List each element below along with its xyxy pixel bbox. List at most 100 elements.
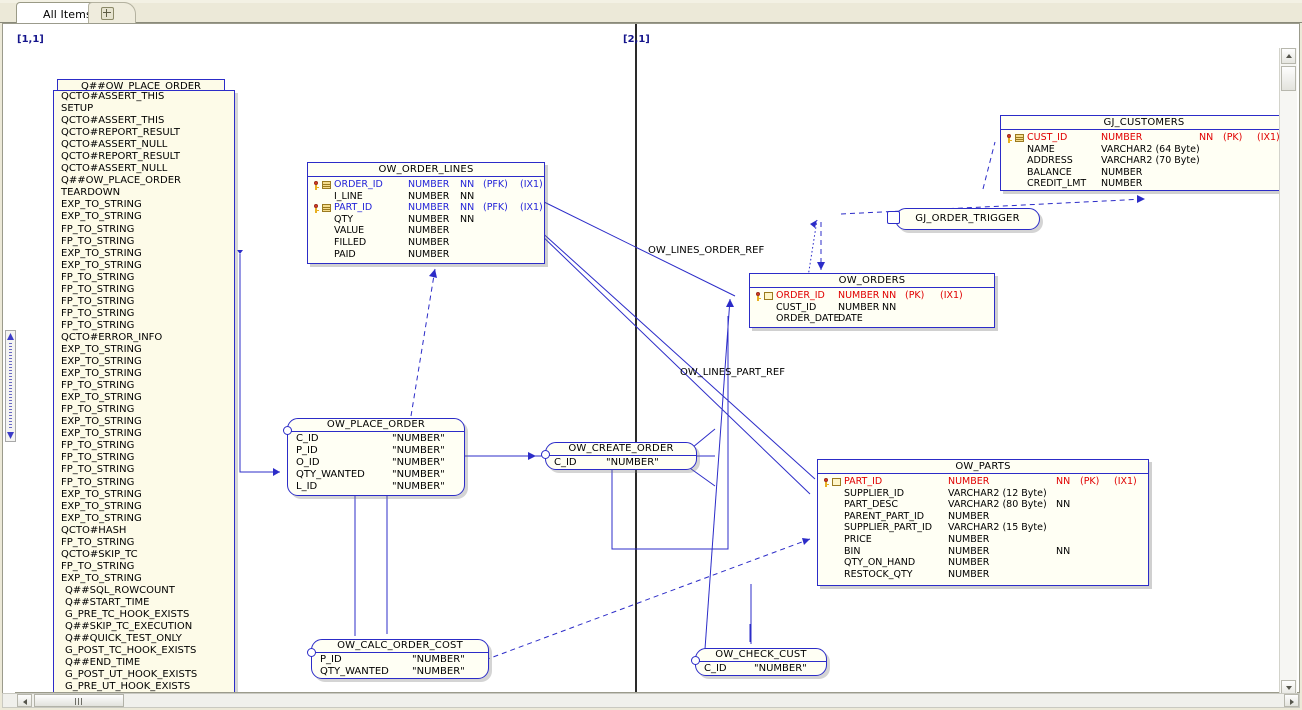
- port-ow-create-order[interactable]: [541, 450, 550, 459]
- entity-column-row[interactable]: CREDIT_LMT NUMBER: [1001, 178, 1285, 190]
- entity-column-row[interactable]: FILLED NUMBER: [308, 237, 544, 249]
- call-tree-item[interactable]: EXP_TO_STRING: [54, 416, 234, 428]
- procedure-param-row[interactable]: C_ID "NUMBER": [288, 433, 464, 445]
- port-ow-place-order[interactable]: [283, 426, 292, 435]
- call-tree-list[interactable]: QCTO#ASSERT_THIS SETUP QCTO#ASSERT_THIS QCT…: [53, 90, 235, 692]
- call-tree-item[interactable]: FP_TO_STRING: [54, 236, 234, 248]
- call-tree-item[interactable]: QCTO#ASSERT_THIS: [54, 91, 234, 103]
- scroll-left-button[interactable]: [17, 694, 32, 707]
- procedure-param-row[interactable]: QTY_WANTED "NUMBER": [312, 666, 488, 678]
- procedure-param-row[interactable]: P_ID "NUMBER": [312, 654, 488, 666]
- call-tree-item[interactable]: QCTO#ASSERT_THIS: [54, 115, 234, 127]
- call-tree-item[interactable]: QCTO#SKIP_TC: [54, 549, 234, 561]
- call-tree-item[interactable]: G_POST_TC_HOOK_EXISTS: [54, 645, 234, 657]
- procedure-gj-order-trigger[interactable]: GJ_ORDER_TRIGGER: [895, 208, 1040, 230]
- call-tree-item[interactable]: Q##QUICK_TEST_ONLY: [54, 633, 234, 645]
- call-tree-item[interactable]: QCTO#REPORT_RESULT: [54, 127, 234, 139]
- entity-column-row[interactable]: NAME VARCHAR2 (64 Byte): [1001, 144, 1285, 156]
- entity-column-row[interactable]: BALANCE NUMBER: [1001, 167, 1285, 179]
- entity-column-row[interactable]: ORDER_ID NUMBER NN (PK) (IX1): [750, 290, 994, 302]
- call-tree-item[interactable]: QCTO#REPORT_RESULT: [54, 151, 234, 163]
- call-tree-item[interactable]: QCTO#ASSERT_NULL: [54, 163, 234, 175]
- call-tree-item[interactable]: EXP_TO_STRING: [54, 501, 234, 513]
- entity-column-row[interactable]: PARENT_PART_ID NUMBER: [818, 511, 1148, 523]
- port-ow-check-cust[interactable]: [691, 656, 700, 665]
- call-tree-item[interactable]: FP_TO_STRING: [54, 224, 234, 236]
- call-tree-item[interactable]: EXP_TO_STRING: [54, 428, 234, 440]
- call-tree-item[interactable]: EXP_TO_STRING: [54, 248, 234, 260]
- call-tree-item[interactable]: EXP_TO_STRING: [54, 368, 234, 380]
- scroll-up-arrow-icon[interactable]: [7, 333, 14, 340]
- entity-column-row[interactable]: ORDER_DATE DATE: [750, 313, 994, 325]
- add-tab-button[interactable]: [88, 2, 136, 23]
- horizontal-scroll-thumb[interactable]: [34, 694, 124, 707]
- entity-ow-orders[interactable]: OW_ORDERS ORDER_ID NUMBER NN (PK) (IX1) CUST_…: [749, 273, 995, 328]
- call-tree-item[interactable]: FP_TO_STRING: [54, 440, 234, 452]
- call-tree-item[interactable]: FP_TO_STRING: [54, 320, 234, 332]
- entity-column-row[interactable]: PRICE NUMBER: [818, 534, 1148, 546]
- procedure-ow-create-order[interactable]: OW_CREATE_ORDER C_ID "NUMBER": [545, 442, 697, 470]
- entity-column-row[interactable]: RESTOCK_QTY NUMBER: [818, 569, 1148, 581]
- call-tree-item[interactable]: EXP_TO_STRING: [54, 344, 234, 356]
- entity-column-row[interactable]: PAID NUMBER: [308, 249, 544, 261]
- port-ow-calc-order-cost[interactable]: [307, 648, 316, 657]
- procedure-param-row[interactable]: C_ID "NUMBER": [546, 457, 696, 469]
- entity-column-row[interactable]: VALUE NUMBER: [308, 225, 544, 237]
- entity-column-row[interactable]: SUPPLIER_PART_ID VARCHAR2 (15 Byte): [818, 522, 1148, 534]
- entity-column-row[interactable]: SUPPLIER_ID VARCHAR2 (12 Byte): [818, 488, 1148, 500]
- call-tree-item[interactable]: EXP_TO_STRING: [54, 513, 234, 525]
- call-tree-item[interactable]: FP_TO_STRING: [54, 452, 234, 464]
- entity-column-row[interactable]: PART_ID NUMBER NN (PFK) (IX1): [308, 202, 544, 214]
- call-tree-item[interactable]: EXP_TO_STRING: [54, 260, 234, 272]
- horizontal-scrollbar[interactable]: [2, 693, 1300, 708]
- call-tree-item[interactable]: FP_TO_STRING: [54, 477, 234, 489]
- vertical-scroll-thumb[interactable]: [1281, 66, 1296, 91]
- call-tree-item[interactable]: EXP_TO_STRING: [54, 211, 234, 223]
- call-tree-item[interactable]: Q##SQL_ROWCOUNT: [54, 585, 234, 597]
- scroll-up-button[interactable]: [1281, 48, 1296, 64]
- entity-gj-customers[interactable]: GJ_CUSTOMERS CUST_ID NUMBER NN (PK) (IX1) NAM…: [1000, 115, 1285, 191]
- call-tree-item[interactable]: FP_TO_STRING: [54, 284, 234, 296]
- procedure-param-row[interactable]: P_ID "NUMBER": [288, 445, 464, 457]
- procedure-ow-calc-order-cost[interactable]: OW_CALC_ORDER_COST P_ID "NUMBER" QTY_WANTE…: [311, 639, 489, 679]
- call-tree-item[interactable]: EXP_TO_STRING: [54, 199, 234, 211]
- entity-column-row[interactable]: QTY_ON_HAND NUMBER: [818, 557, 1148, 569]
- call-tree-item[interactable]: TEARDOWN: [54, 187, 234, 199]
- entity-column-row[interactable]: ADDRESS VARCHAR2 (70 Byte): [1001, 155, 1285, 167]
- call-tree-item[interactable]: G_PRE_UT_HOOK_EXISTS: [54, 681, 234, 692]
- entity-ow-order-lines[interactable]: OW_ORDER_LINES ORDER_ID NUMBER NN (PFK) (IX1…: [307, 162, 545, 264]
- procedure-param-row[interactable]: O_ID "NUMBER": [288, 457, 464, 469]
- procedure-param-row[interactable]: QTY_WANTED "NUMBER": [288, 469, 464, 481]
- procedure-param-row[interactable]: C_ID "NUMBER": [696, 663, 826, 675]
- entity-column-row[interactable]: I_LINE NUMBER NN: [308, 191, 544, 203]
- call-tree-item[interactable]: EXP_TO_STRING: [54, 573, 234, 585]
- entity-ow-parts[interactable]: OW_PARTS PART_ID NUMBER NN (PK) (IX1) SUPPLIE…: [817, 459, 1149, 586]
- vertical-scrollbar[interactable]: [1279, 48, 1297, 696]
- call-tree-item[interactable]: Q##OW_PLACE_ORDER: [54, 175, 234, 187]
- call-tree-item[interactable]: QCTO#HASH: [54, 525, 234, 537]
- call-tree-item[interactable]: EXP_TO_STRING: [54, 489, 234, 501]
- procedure-ow-place-order[interactable]: OW_PLACE_ORDER C_ID "NUMBER" P_ID "NUMBER" O…: [287, 418, 465, 496]
- entity-column-row[interactable]: CUST_ID NUMBER NN (PK) (IX1): [1001, 132, 1285, 144]
- call-tree-item[interactable]: FP_TO_STRING: [54, 404, 234, 416]
- diagram-canvas[interactable]: [1,1] [2,1] Q##OW_PLACE_ORDER QCTO#ASSER…: [15, 24, 1285, 692]
- call-tree-item[interactable]: FP_TO_STRING: [54, 561, 234, 573]
- call-tree-item[interactable]: FP_TO_STRING: [54, 272, 234, 284]
- port-gj-order-trigger[interactable]: [887, 211, 900, 224]
- procedure-param-row[interactable]: L_ID "NUMBER": [288, 481, 464, 493]
- entity-column-row[interactable]: PART_DESC VARCHAR2 (80 Byte) NN: [818, 499, 1148, 511]
- scroll-right-button[interactable]: [1284, 694, 1299, 707]
- call-tree-item[interactable]: FP_TO_STRING: [54, 308, 234, 320]
- entity-column-row[interactable]: PART_ID NUMBER NN (PK) (IX1): [818, 476, 1148, 488]
- call-tree-item[interactable]: G_POST_UT_HOOK_EXISTS: [54, 669, 234, 681]
- call-tree-item[interactable]: Q##SKIP_TC_EXECUTION: [54, 621, 234, 633]
- diagram-canvas-container[interactable]: [1,1] [2,1] Q##OW_PLACE_ORDER QCTO#ASSER…: [2, 23, 1300, 696]
- call-tree-item[interactable]: FP_TO_STRING: [54, 537, 234, 549]
- call-tree-item[interactable]: EXP_TO_STRING: [54, 392, 234, 404]
- entity-column-row[interactable]: ORDER_ID NUMBER NN (PFK) (IX1): [308, 179, 544, 191]
- call-tree-item[interactable]: QCTO#ERROR_INFO: [54, 332, 234, 344]
- call-tree-item[interactable]: EXP_TO_STRING: [54, 356, 234, 368]
- entity-column-row[interactable]: QTY NUMBER NN: [308, 214, 544, 226]
- entity-column-row[interactable]: CUST_ID NUMBER NN: [750, 302, 994, 314]
- call-tree-item[interactable]: QCTO#ASSERT_NULL: [54, 139, 234, 151]
